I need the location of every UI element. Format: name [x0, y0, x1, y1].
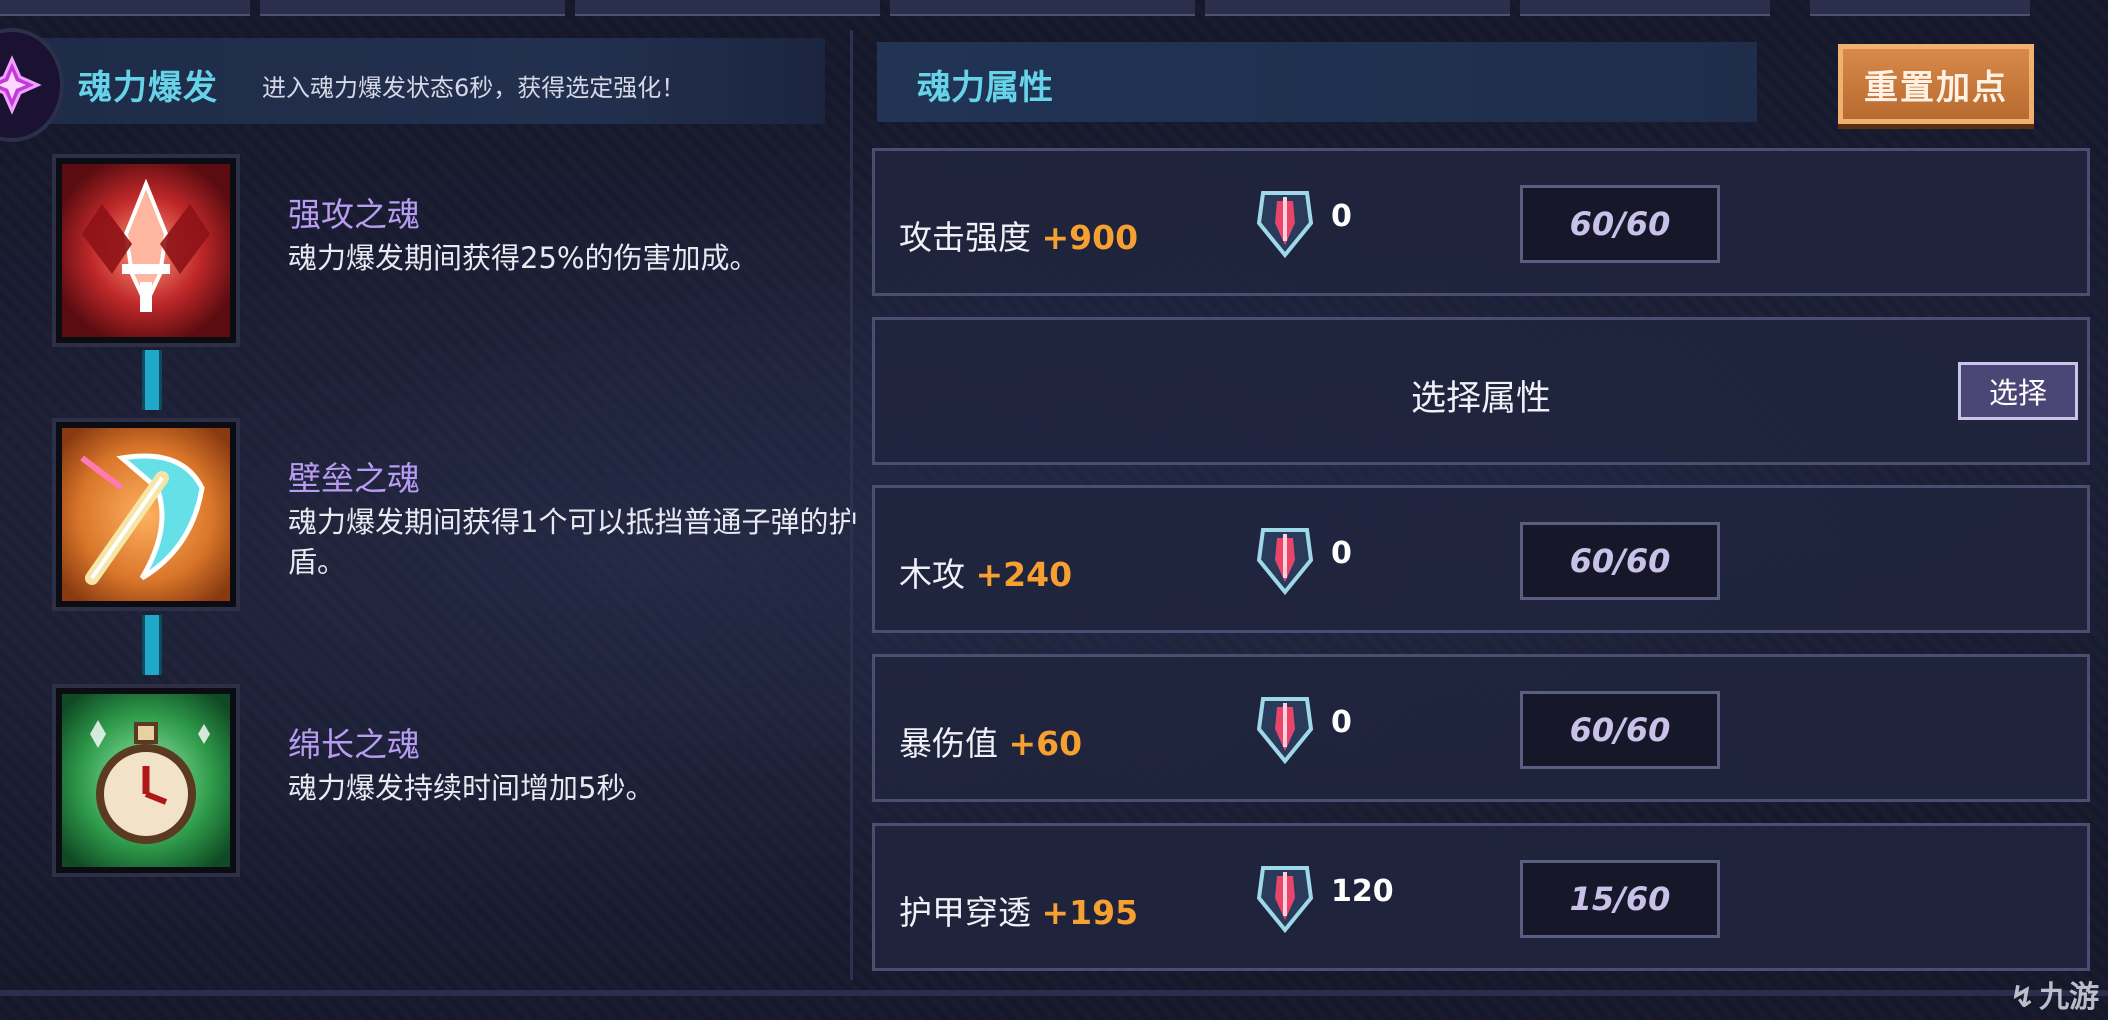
skill-connector [142, 350, 162, 410]
soul-gem-icon [1256, 866, 1314, 934]
attribute-row[interactable]: 木攻 +240 0 60/60 [872, 485, 2090, 633]
attribute-row[interactable]: 护甲穿透 +195 120 15/60 [872, 823, 2090, 971]
attribute-bonus: +240 [975, 555, 1073, 594]
soul-gem-icon [1256, 528, 1314, 596]
top-tab-strip [0, 0, 2108, 16]
attribute-bonus: +60 [1008, 724, 1083, 763]
panel-divider [850, 30, 853, 980]
skill-item[interactable]: 绵长之魂 魂力爆发持续时间增加5秒。 [56, 688, 836, 873]
top-tab[interactable] [1520, 0, 1770, 16]
select-attribute-button[interactable]: 选择 [1958, 362, 2078, 420]
skill-name: 绵长之魂 [288, 725, 420, 764]
attribute-level: 60/60 [1520, 185, 1720, 263]
top-tab[interactable] [890, 0, 1195, 16]
attribute-row[interactable]: 暴伤值 +60 0 60/60 [872, 654, 2090, 802]
attributes-title: 魂力属性 [917, 68, 1053, 108]
attribute-label: 攻击强度 +900 [899, 218, 1139, 257]
skill-item[interactable]: 强攻之魂 魂力爆发期间获得25%的伤害加成。 [56, 158, 836, 343]
burst-emblem-icon [0, 28, 64, 142]
skill-connector [142, 615, 162, 675]
soul-gem-icon [1256, 697, 1314, 765]
burst-description: 进入魂力爆发状态6秒，获得选定强化！ [262, 74, 686, 102]
attribute-bonus: +900 [1041, 218, 1139, 257]
gem-count: 0 [1331, 536, 1352, 571]
skill-description: 魂力爆发期间获得25%的伤害加成。 [288, 241, 759, 275]
skill-name: 强攻之魂 [288, 195, 420, 234]
attribute-label: 木攻 +240 [899, 555, 1073, 594]
attributes-header: 魂力属性 [877, 42, 1757, 122]
attribute-level: 15/60 [1520, 860, 1720, 938]
watermark: ↯ 九游 [2010, 972, 2099, 1016]
jiuyou-logo-icon: ↯ [2010, 980, 2036, 1015]
skill-description: 魂力爆发持续时间增加5秒。 [288, 771, 655, 805]
attribute-select-row: 选择属性 选择 [872, 317, 2090, 465]
attribute-label: 暴伤值 +60 [899, 724, 1083, 763]
top-tab[interactable] [0, 0, 250, 16]
top-tab[interactable] [260, 0, 565, 16]
soul-burst-header: 魂力爆发 进入魂力爆发状态6秒，获得选定强化！ [0, 28, 825, 142]
top-tab[interactable] [1810, 0, 2030, 16]
soul-gem-icon [1256, 191, 1314, 259]
watermark-text: 九游 [2039, 980, 2100, 1015]
select-attribute-label: 选择属性 [1410, 379, 1551, 419]
top-tab[interactable] [575, 0, 880, 16]
gem-count: 0 [1331, 199, 1352, 234]
stopwatch-icon [56, 688, 236, 873]
shield-icon [56, 422, 236, 607]
skill-item[interactable]: 壁垒之魂 魂力爆发期间获得1个可以抵挡普通子弹的护盾。 [56, 422, 857, 607]
flame-icon [56, 158, 236, 343]
attribute-row[interactable]: 攻击强度 +900 0 60/60 [872, 148, 2090, 296]
top-tab[interactable] [1205, 0, 1510, 16]
reset-points-button[interactable]: 重置加点 [1838, 44, 2034, 124]
attribute-label: 护甲穿透 +195 [899, 893, 1139, 932]
burst-title: 魂力爆发 [78, 68, 218, 108]
attribute-bonus: +195 [1041, 893, 1139, 932]
bottom-border [0, 990, 2108, 996]
gem-count: 0 [1331, 705, 1352, 740]
skill-description: 魂力爆发期间获得1个可以抵挡普通子弹的护盾。 [288, 505, 858, 579]
gem-count: 120 [1331, 874, 1394, 909]
skill-name: 壁垒之魂 [288, 459, 420, 498]
attribute-level: 60/60 [1520, 691, 1720, 769]
attribute-level: 60/60 [1520, 522, 1720, 600]
